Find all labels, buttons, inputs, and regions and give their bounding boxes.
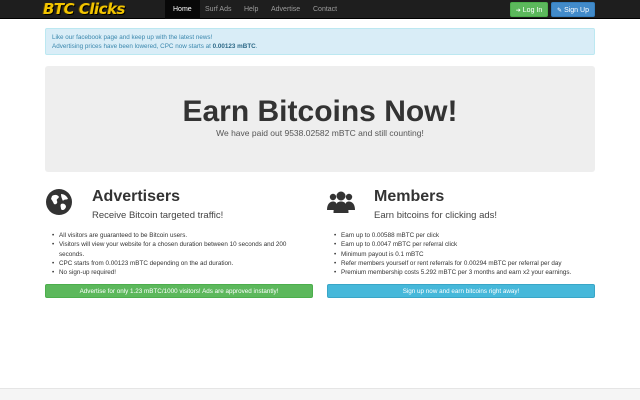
- login-button[interactable]: ➜ Log In: [510, 2, 548, 17]
- list-item: Visitors will view your website for a ch…: [51, 240, 313, 259]
- list-item: All visitors are guaranteed to be Bitcoi…: [51, 231, 313, 241]
- list-item: No sign-up required!: [51, 268, 313, 278]
- signup-label: Sign Up: [564, 7, 589, 14]
- hero-subtitle: We have paid out 9538.02582 mBTC and sti…: [216, 128, 424, 138]
- edit-icon: ✎: [557, 8, 563, 14]
- signup-button[interactable]: ✎ Sign Up: [551, 2, 595, 17]
- alert-prices-suffix: .: [255, 43, 258, 50]
- alert-prices-value: 0.00123 mBTC: [212, 43, 256, 50]
- alert-line-facebook[interactable]: Like our facebook page and keep up with …: [52, 33, 588, 42]
- site-logo[interactable]: BTC Clicks: [43, 0, 125, 19]
- advertisers-section: Advertisers Receive Bitcoin targeted tra…: [45, 184, 313, 299]
- list-item: CPC starts from 0.00123 mBTC depending o…: [51, 259, 313, 269]
- member-signup-button[interactable]: Sign up now and earn bitcoins right away…: [327, 284, 595, 298]
- list-item: Premium membership costs 5.292 mBTC per …: [333, 268, 595, 278]
- members-title: Members: [374, 188, 445, 205]
- nav-item-help[interactable]: Help: [236, 0, 266, 19]
- nav-item-advertise[interactable]: Advertise: [263, 0, 308, 19]
- advertisers-subtitle: Receive Bitcoin targeted traffic!: [92, 210, 224, 221]
- nav-item-home[interactable]: Home: [165, 0, 200, 19]
- globe-icon: [46, 189, 72, 215]
- info-alert: Like our facebook page and keep up with …: [45, 28, 595, 55]
- members-subtitle: Earn bitcoins for clicking ads!: [374, 210, 498, 221]
- members-section: Members Earn bitcoins for clicking ads! …: [327, 184, 595, 299]
- hero-title: Earn Bitcoins Now!: [182, 95, 458, 128]
- hero-jumbotron: Earn Bitcoins Now! We have paid out 9538…: [45, 66, 595, 172]
- members-list: Earn up to 0.00588 mBTC per click Earn u…: [333, 231, 595, 278]
- alert-prices-prefix: Advertising prices have been lowered, CP…: [52, 43, 213, 50]
- advertisers-list: All visitors are guaranteed to be Bitcoi…: [51, 231, 313, 278]
- list-item: Earn up to 0.00588 mBTC per click: [333, 231, 595, 241]
- page-footer: [0, 388, 640, 400]
- list-item: Earn up to 0.0047 mBTC per referral clic…: [333, 240, 595, 250]
- nav-item-surf-ads[interactable]: Surf Ads: [197, 0, 239, 19]
- top-navbar: BTC Clicks Home Surf Ads Help Advertise …: [0, 0, 640, 19]
- alert-line-prices: Advertising prices have been lowered, CP…: [52, 42, 588, 51]
- login-icon: ➜: [515, 8, 521, 14]
- nav-item-contact[interactable]: Contact: [305, 0, 345, 19]
- list-item: Minimum payout is 0.1 mBTC: [333, 250, 595, 260]
- users-icon: [327, 191, 355, 213]
- advertisers-title: Advertisers: [92, 188, 181, 205]
- login-label: Log In: [522, 7, 543, 14]
- advertise-button[interactable]: Advertise for only 1.23 mBTC/1000 visito…: [45, 284, 313, 298]
- list-item: Refer members yourself or rent referrals…: [333, 259, 595, 269]
